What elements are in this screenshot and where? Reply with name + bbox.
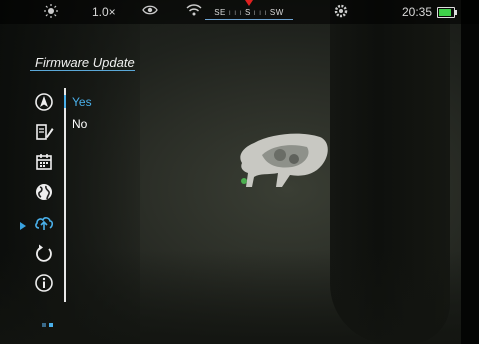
right-edge-bar (461, 0, 479, 344)
eye-icon (142, 4, 158, 20)
navigation-icon[interactable] (33, 91, 55, 113)
refresh-icon[interactable] (33, 242, 55, 264)
battery-icon (437, 7, 457, 18)
menu-title: Firmware Update (35, 55, 135, 70)
compass-right: SW (269, 8, 284, 17)
thermal-animal-image (240, 133, 328, 187)
compass-center: S (244, 8, 251, 17)
menu-divider (64, 88, 66, 302)
option-selection-mark (64, 95, 66, 108)
clock-time: 20:35 (402, 5, 433, 19)
calendar-icon[interactable] (33, 151, 55, 173)
title-underline (30, 70, 135, 71)
globe-icon[interactable] (33, 181, 55, 203)
sun-icon (44, 4, 58, 22)
compass-heading-marker (245, 0, 253, 6)
gear-icon (334, 4, 348, 22)
selected-item-arrow (20, 222, 26, 230)
ground-area (0, 250, 479, 344)
option-no[interactable]: No (72, 117, 87, 131)
page-dot-active (49, 323, 53, 327)
status-bar: 1.0× SE ı ı ı S ı ı ı SW 20:35 (0, 0, 479, 24)
compass-strip: SE ı ı ı S ı ı ı SW (205, 0, 293, 20)
wifi-icon (186, 3, 202, 21)
page-dot (42, 323, 46, 327)
cloud-upload-icon[interactable] (33, 212, 55, 234)
edit-notes-icon[interactable] (33, 121, 55, 143)
option-yes[interactable]: Yes (72, 95, 92, 109)
info-icon[interactable] (33, 272, 55, 294)
thermal-viewfinder: 1.0× SE ı ı ı S ı ı ı SW 20:35 Firmware … (0, 0, 479, 344)
compass-left: SE (214, 8, 226, 17)
page-indicator (42, 314, 56, 332)
zoom-level: 1.0× (92, 5, 116, 19)
